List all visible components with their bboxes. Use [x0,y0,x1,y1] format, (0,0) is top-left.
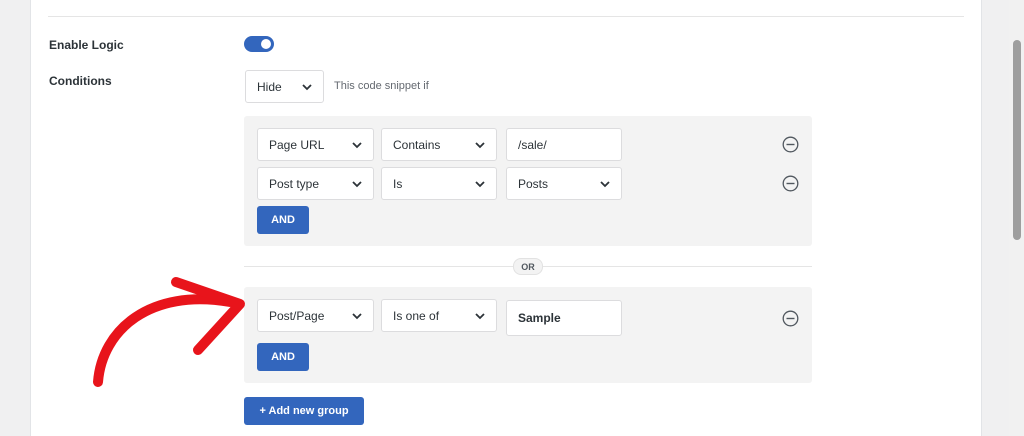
add-new-group-button[interactable]: + Add new group [244,397,364,425]
conditions-label: Conditions [49,74,112,88]
remove-condition-icon[interactable] [782,310,799,327]
group1-and-button[interactable]: AND [257,206,309,234]
group2-row1-field-select[interactable]: Post/Page [257,299,374,332]
scrollbar-thumb[interactable] [1013,40,1021,240]
chevron-down-icon [475,313,485,320]
divider [48,16,964,17]
enable-logic-toggle[interactable] [244,36,274,52]
chevron-down-icon [475,142,485,149]
field-value: Post/Page [269,308,325,323]
group2-row1-value-input[interactable]: Sample [506,300,622,336]
toggle-knob [261,39,271,49]
chevron-down-icon [352,181,362,188]
operator-value: Contains [393,137,441,152]
group1-row1-operator-select[interactable]: Contains [381,128,497,161]
action-helper-text: This code snippet if [334,80,429,92]
operator-value: Is [393,176,403,191]
chevron-down-icon [352,313,362,320]
group2-and-button[interactable]: AND [257,343,309,371]
field-value: Page URL [269,137,325,152]
or-badge: OR [513,258,543,275]
operator-value: Is one of [393,308,440,323]
group1-row1-value-input[interactable]: /sale/ [506,128,622,161]
action-select[interactable]: Hide [245,70,324,103]
enable-logic-label: Enable Logic [49,38,124,52]
field-value: Post type [269,176,320,191]
group1-row2-value-select[interactable]: Posts [506,167,622,200]
value-value: Posts [518,176,549,191]
remove-condition-icon[interactable] [782,136,799,153]
chevron-down-icon [302,84,312,91]
chevron-down-icon [352,142,362,149]
group2-row1-operator-select[interactable]: Is one of [381,299,497,332]
chevron-down-icon [600,181,610,188]
group1-row1-field-select[interactable]: Page URL [257,128,374,161]
group1-row2-field-select[interactable]: Post type [257,167,374,200]
red-arrow-annotation [93,277,245,387]
chevron-down-icon [475,181,485,188]
group1-row2-operator-select[interactable]: Is [381,167,497,200]
remove-condition-icon[interactable] [782,175,799,192]
action-select-value: Hide [257,79,282,94]
